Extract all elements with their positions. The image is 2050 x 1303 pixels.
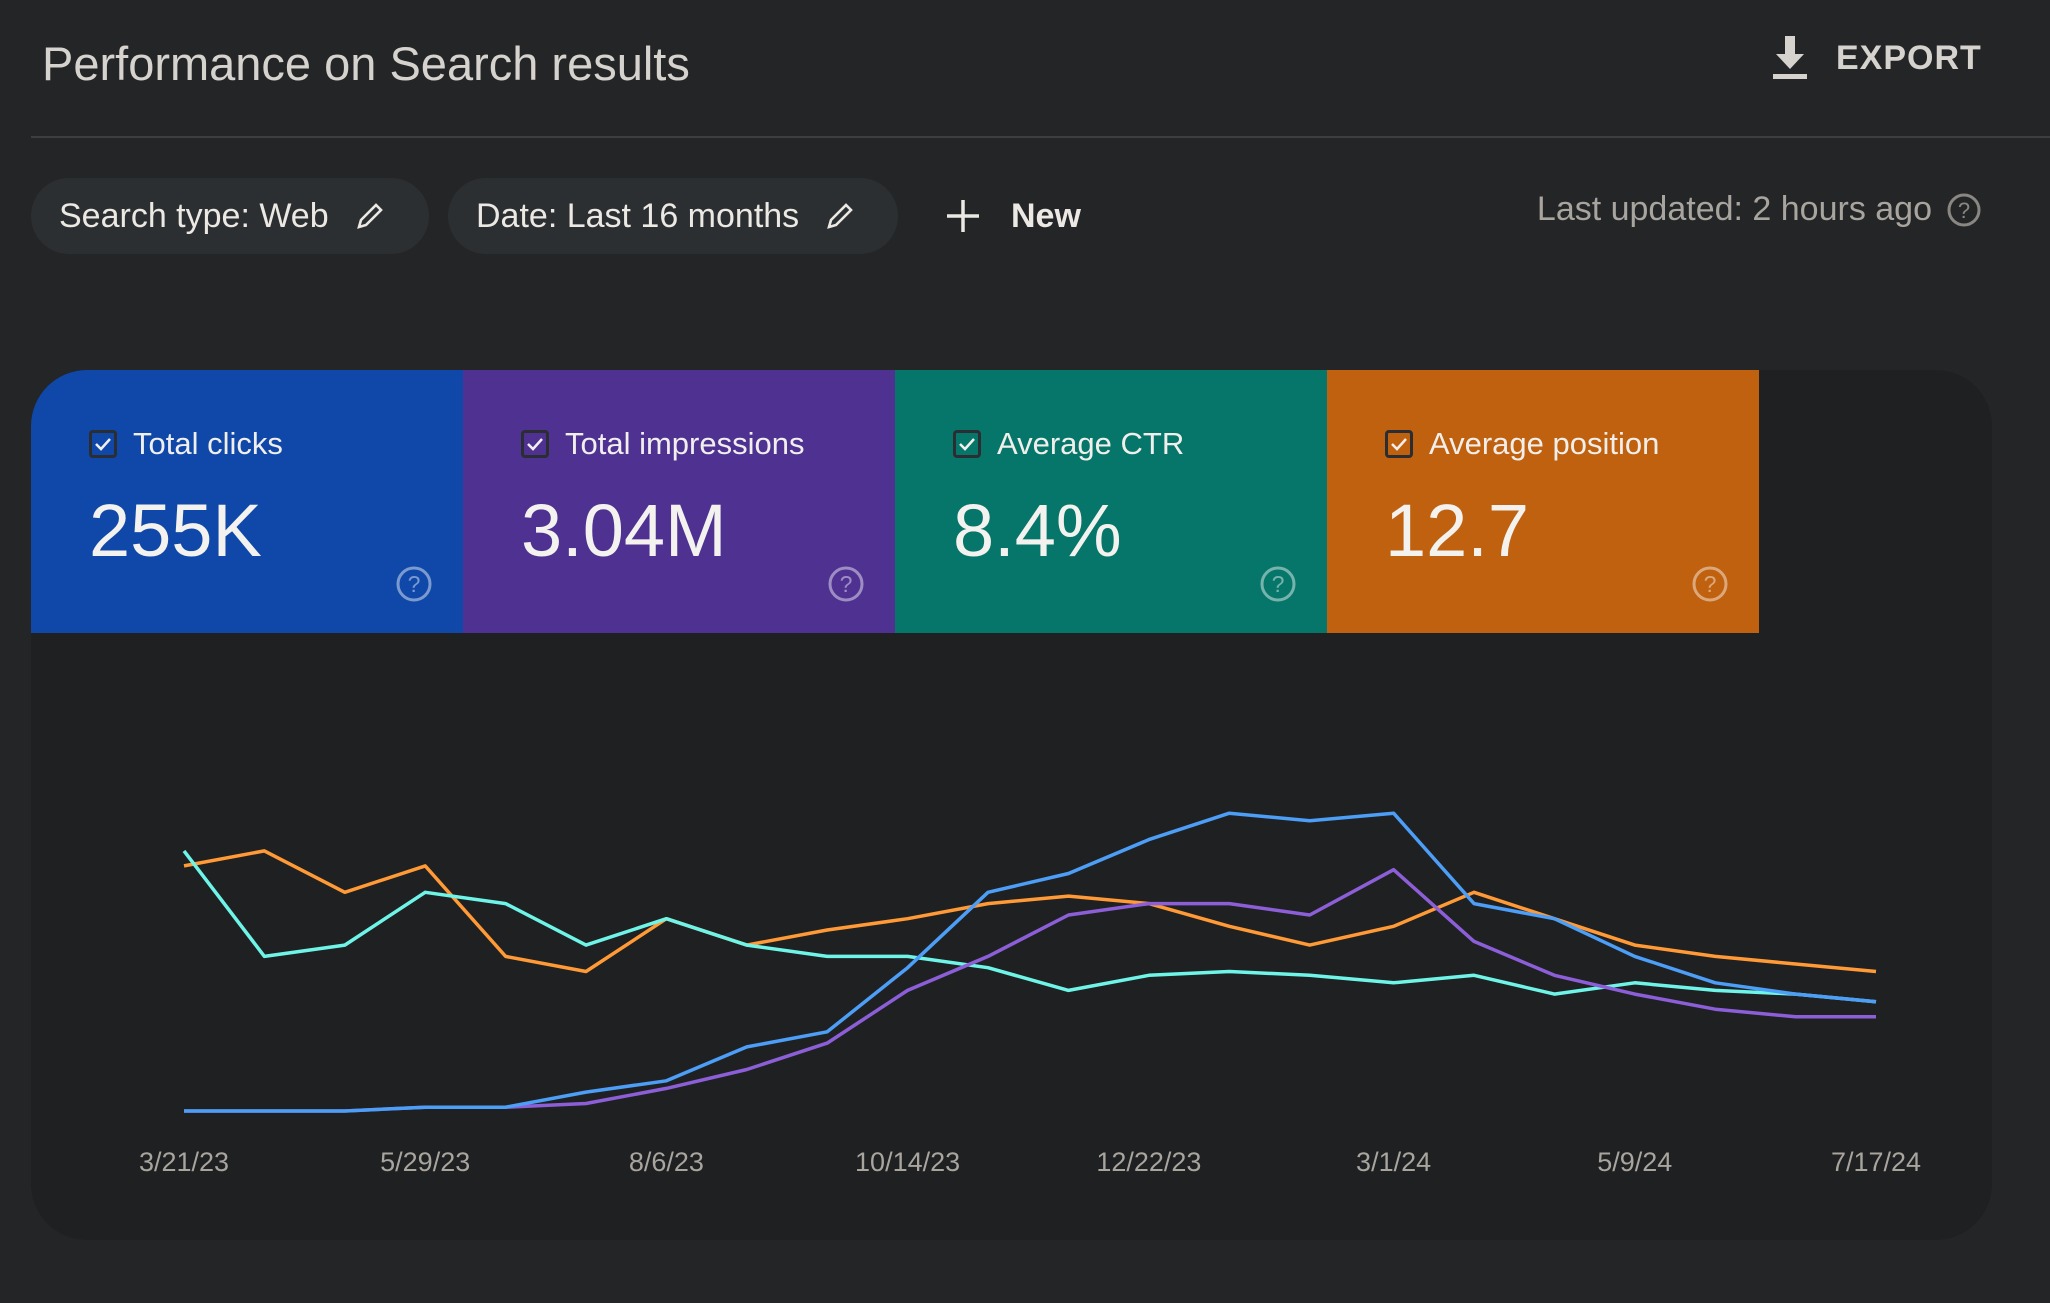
performance-chart: 3/21/23 5/29/23 8/6/23 10/14/23 12/22/23 3/1/… bbox=[139, 811, 1921, 1177]
series-line-total-impressions bbox=[184, 867, 1876, 1113]
last-updated-text: Last updated: 2 hours ago bbox=[1536, 190, 1932, 228]
pencil-icon bbox=[356, 203, 383, 229]
x-tick-label: 8/6/23 bbox=[629, 1147, 704, 1177]
metric-label: Average position bbox=[1429, 426, 1660, 461]
checkbox[interactable] bbox=[521, 430, 549, 458]
help-circle-icon[interactable]: ? bbox=[827, 565, 865, 603]
download-icon bbox=[1773, 36, 1807, 79]
x-tick-label: 7/17/24 bbox=[1831, 1147, 1921, 1177]
metric-value: 255K bbox=[89, 489, 262, 572]
date-filter-chip[interactable]: Date: Last 16 months bbox=[448, 178, 898, 254]
metric-card-total-impressions[interactable]: Total impressions 3.04M? bbox=[463, 370, 895, 633]
svg-text:?: ? bbox=[1704, 571, 1717, 597]
search-type-filter-chip[interactable]: Search type: Web bbox=[31, 178, 429, 254]
svg-text:?: ? bbox=[840, 571, 853, 597]
metric-card-average-ctr[interactable]: Average CTR 8.4%? bbox=[895, 370, 1327, 633]
check-icon bbox=[527, 438, 543, 451]
performance-panel: Total clicks 255K? Total impressions 3.04M?… bbox=[31, 370, 1992, 1240]
series-line-average-ctr bbox=[182, 849, 1877, 1004]
pencil-icon bbox=[827, 203, 854, 229]
help-circle-icon[interactable]: ? bbox=[395, 565, 433, 603]
x-tick-label: 3/21/23 bbox=[139, 1147, 229, 1177]
check-icon bbox=[95, 438, 111, 451]
checkbox[interactable] bbox=[89, 430, 117, 458]
metric-label: Total clicks bbox=[133, 426, 283, 461]
help-circle-icon[interactable]: ? bbox=[1259, 565, 1297, 603]
chip-label: Search type: Web bbox=[59, 196, 329, 235]
metric-value: 3.04M bbox=[521, 489, 727, 572]
page-title: Performance on Search results bbox=[42, 37, 690, 90]
header-divider bbox=[31, 136, 2050, 138]
metric-card-average-position[interactable]: Average position 12.7? bbox=[1327, 370, 1759, 633]
x-tick-label: 10/14/23 bbox=[855, 1147, 960, 1177]
svg-text:?: ? bbox=[1958, 198, 1970, 223]
checkbox[interactable] bbox=[1385, 430, 1413, 458]
checkbox[interactable] bbox=[953, 430, 981, 458]
export-button[interactable]: EXPORT bbox=[1770, 36, 1982, 80]
plus-icon bbox=[947, 200, 979, 232]
help-circle-icon[interactable]: ? bbox=[1691, 565, 1729, 603]
check-icon bbox=[1391, 438, 1407, 451]
svg-text:?: ? bbox=[1272, 571, 1285, 597]
check-icon bbox=[959, 438, 975, 451]
metric-card-total-clicks[interactable]: Total clicks 255K? bbox=[31, 370, 463, 633]
metric-label: Total impressions bbox=[565, 426, 805, 461]
metric-label: Average CTR bbox=[997, 426, 1185, 461]
metric-value: 8.4% bbox=[953, 489, 1122, 572]
new-filter-button[interactable]: New bbox=[945, 178, 1081, 254]
series-line-average-position bbox=[183, 849, 1877, 974]
x-tick-label: 5/9/24 bbox=[1597, 1147, 1672, 1177]
x-tick-label: 5/29/23 bbox=[380, 1147, 470, 1177]
chip-label: Date: Last 16 months bbox=[476, 196, 800, 235]
last-updated: Last updated: 2 hours ago ? bbox=[1537, 190, 1982, 229]
export-label: EXPORT bbox=[1836, 38, 1982, 77]
new-label: New bbox=[1011, 196, 1081, 235]
help-circle-icon[interactable]: ? bbox=[1946, 192, 1982, 228]
series-line-total-clicks bbox=[184, 811, 1877, 1113]
x-tick-label: 12/22/23 bbox=[1096, 1147, 1201, 1177]
x-tick-label: 3/1/24 bbox=[1356, 1147, 1431, 1177]
svg-text:?: ? bbox=[408, 571, 421, 597]
metric-value: 12.7 bbox=[1385, 489, 1530, 572]
